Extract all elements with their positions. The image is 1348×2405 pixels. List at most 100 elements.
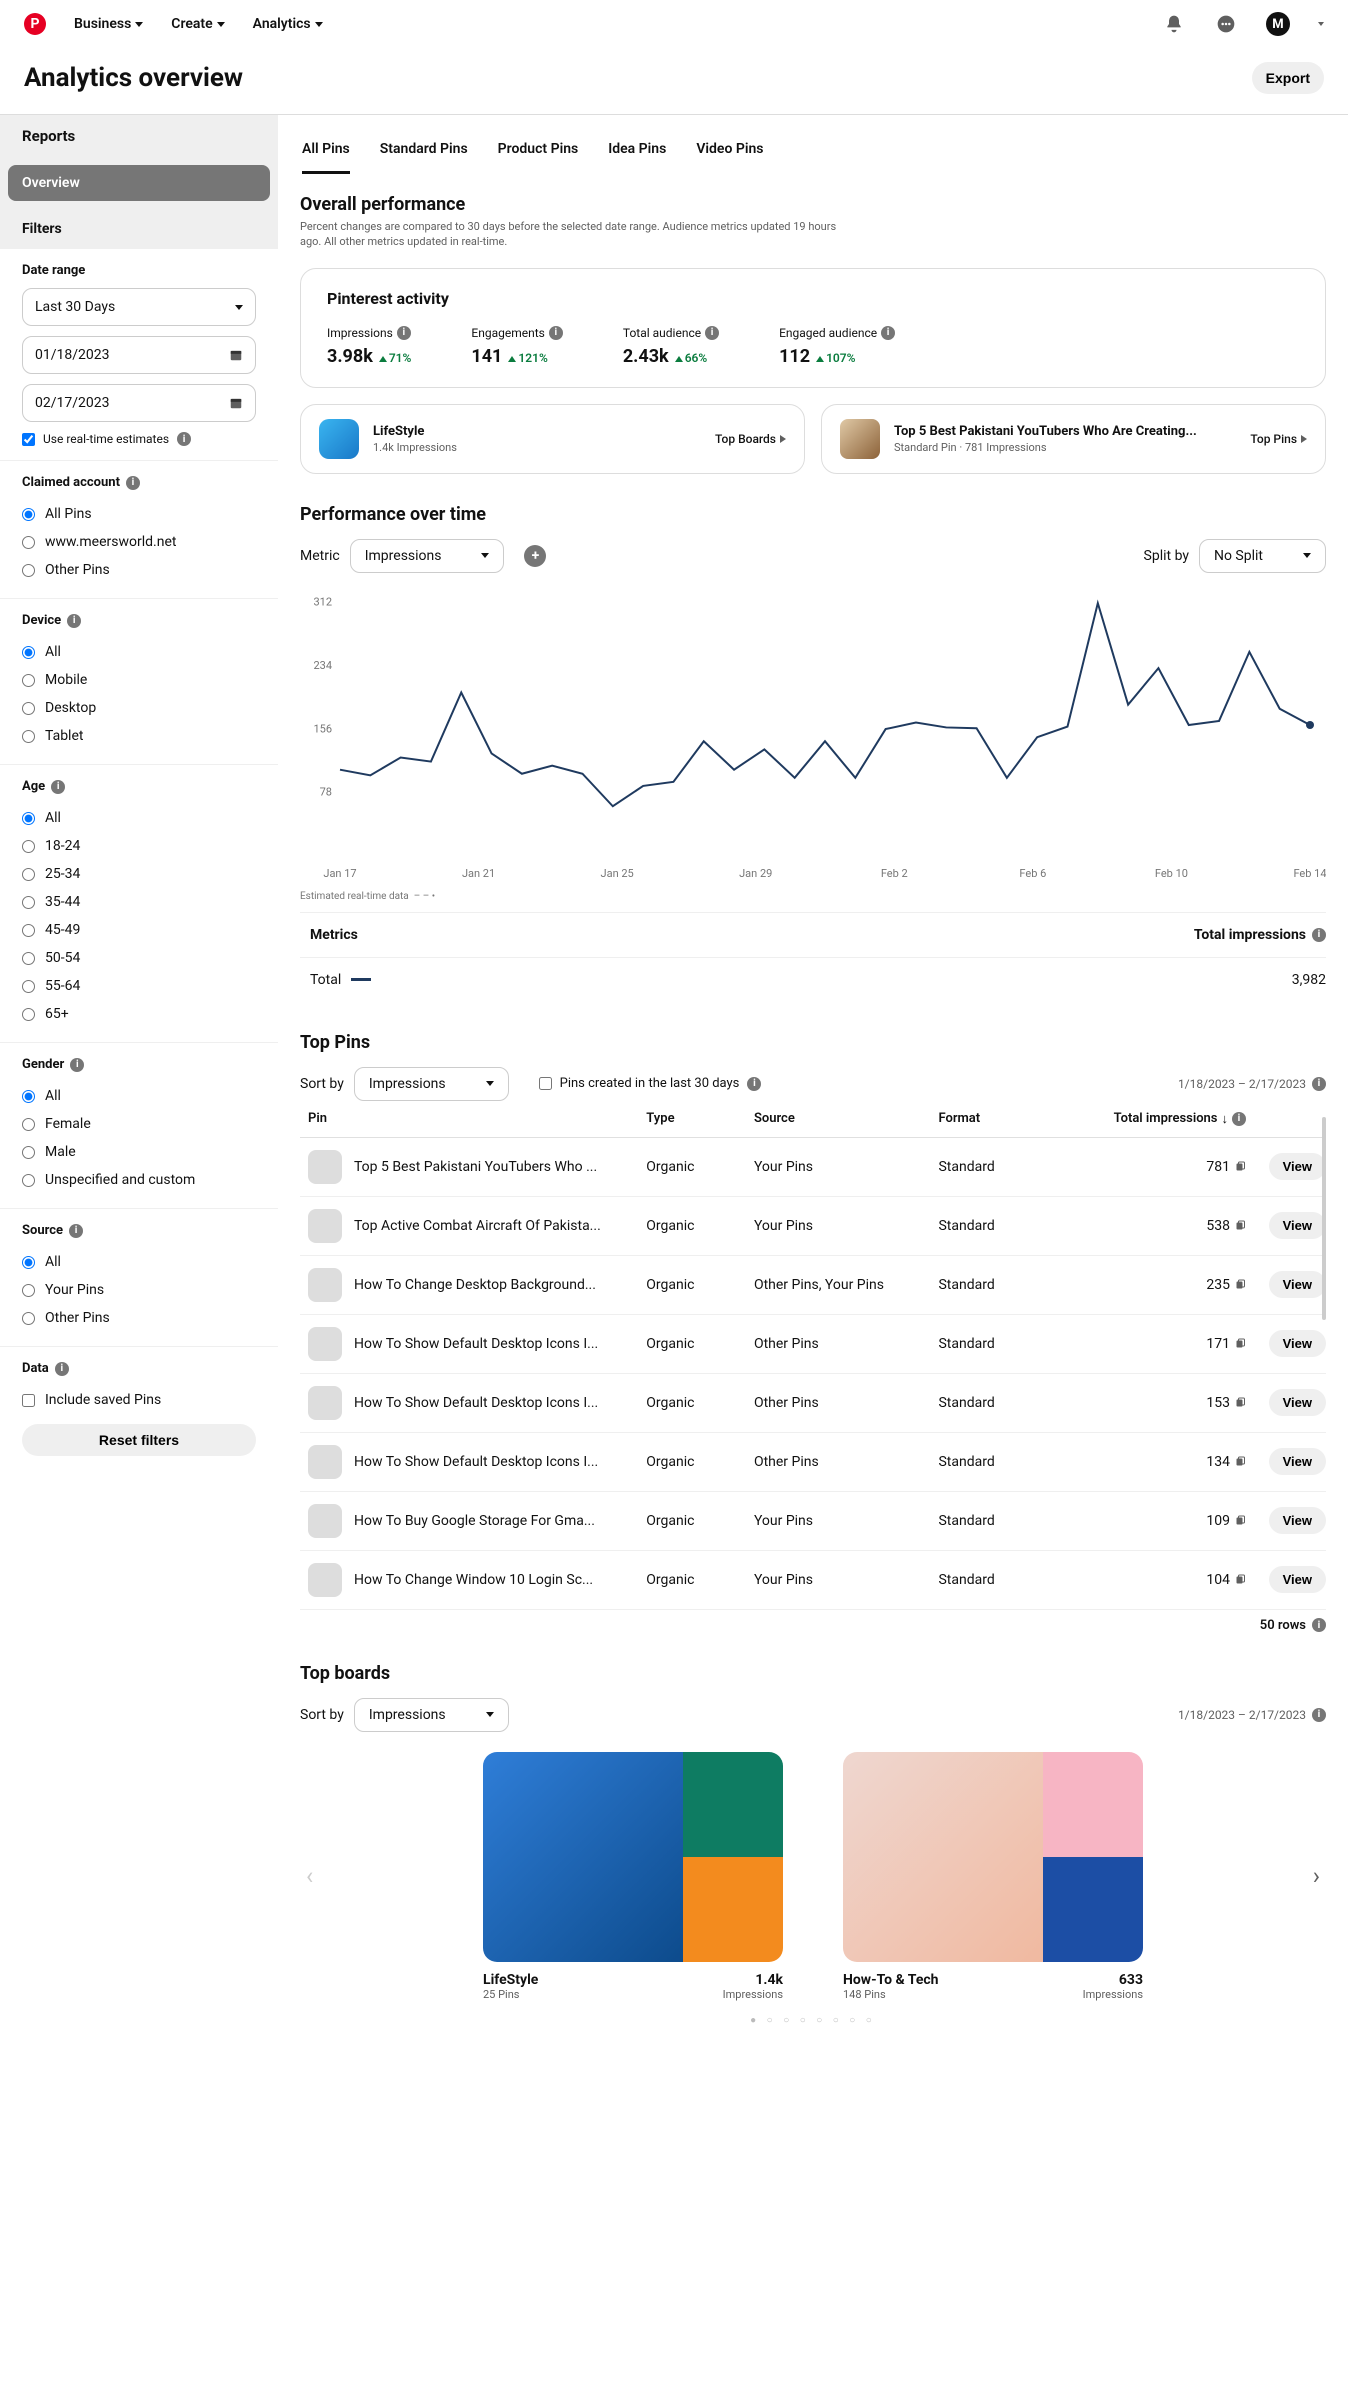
sidebar-item-overview[interactable]: Overview: [8, 165, 270, 201]
device-desktop[interactable]: Desktop: [22, 694, 256, 722]
view-button[interactable]: View: [1269, 1507, 1326, 1534]
nav-business[interactable]: Business: [74, 16, 143, 32]
view-button[interactable]: View: [1269, 1389, 1326, 1416]
copy-icon[interactable]: [1234, 1574, 1246, 1586]
age-65-plus[interactable]: 65+: [22, 1000, 256, 1028]
view-button[interactable]: View: [1269, 1271, 1326, 1298]
copy-icon[interactable]: [1234, 1279, 1246, 1291]
pin-title: How To Change Desktop Background...: [354, 1277, 596, 1293]
notifications-icon[interactable]: [1162, 12, 1186, 36]
activity-card-title: Pinterest activity: [327, 289, 1299, 308]
calendar-icon: [229, 348, 243, 362]
device-all[interactable]: All: [22, 638, 256, 666]
scrollbar[interactable]: [1322, 1117, 1326, 1321]
view-button[interactable]: View: [1269, 1566, 1326, 1593]
tab-video-pins[interactable]: Video Pins: [696, 141, 763, 174]
top-pins-sort-select[interactable]: Impressions: [354, 1067, 509, 1101]
performance-chart: 78156234312Jan 17Jan 21Jan 25Jan 29Feb 2…: [300, 585, 1326, 885]
copy-icon[interactable]: [1234, 1220, 1246, 1232]
copy-icon[interactable]: [1234, 1456, 1246, 1468]
age-50-54[interactable]: 50-54: [22, 944, 256, 972]
source-your[interactable]: Your Pins: [22, 1276, 256, 1304]
age-55-64[interactable]: 55-64: [22, 972, 256, 1000]
copy-icon[interactable]: [1234, 1515, 1246, 1527]
gender-unspec[interactable]: Unspecified and custom: [22, 1166, 256, 1194]
pin-thumbnail: [840, 419, 880, 459]
tab-idea-pins[interactable]: Idea Pins: [608, 141, 666, 174]
device-mobile[interactable]: Mobile: [22, 666, 256, 694]
date-to-input[interactable]: 02/17/2023: [22, 384, 256, 422]
col-impressions[interactable]: Total impressions ↓ i: [1077, 1111, 1246, 1127]
metric-select[interactable]: Impressions: [350, 539, 505, 573]
pin-title: How To Buy Google Storage For Gma...: [354, 1513, 595, 1529]
top-pins-link[interactable]: Top Pins: [1250, 432, 1307, 446]
top-boards-date-range: 1/18/2023 – 2/17/2023i: [1178, 1708, 1326, 1722]
age-25-34[interactable]: 25-34: [22, 860, 256, 888]
top-boards-heading: Top boards: [300, 1663, 1326, 1684]
nav-create[interactable]: Create: [171, 16, 224, 32]
claimed-other[interactable]: Other Pins: [22, 556, 256, 584]
pin-thumbnail: [308, 1268, 342, 1302]
logo[interactable]: P: [24, 13, 46, 35]
include-saved-checkbox[interactable]: Include saved Pins: [22, 1386, 256, 1414]
svg-text:Feb 2: Feb 2: [881, 867, 908, 880]
view-button[interactable]: View: [1269, 1448, 1326, 1475]
pin-thumbnail: [308, 1445, 342, 1479]
carousel-dots[interactable]: ● ○ ○ ○ ○ ○ ○ ○: [300, 2015, 1326, 2026]
copy-icon[interactable]: [1234, 1397, 1246, 1409]
age-18-24[interactable]: 18-24: [22, 832, 256, 860]
realtime-checkbox[interactable]: Use real-time estimates i: [22, 432, 256, 446]
board-card[interactable]: How-To & Tech 148 Pins 633 Impressions: [843, 1752, 1143, 2001]
top-boards-sort-select[interactable]: Impressions: [354, 1698, 509, 1732]
messages-icon[interactable]: [1214, 12, 1238, 36]
age-35-44[interactable]: 35-44: [22, 888, 256, 916]
chevron-down-icon: [486, 1081, 494, 1086]
boards-next-arrow[interactable]: ›: [1307, 1862, 1326, 1890]
age-all[interactable]: All: [22, 804, 256, 832]
table-row: How To Change Window 10 Login Sc... Orga…: [300, 1551, 1326, 1610]
split-select[interactable]: No Split: [1199, 539, 1326, 573]
device-tablet[interactable]: Tablet: [22, 722, 256, 750]
nav-analytics-label: Analytics: [253, 16, 311, 32]
source-other[interactable]: Other Pins: [22, 1304, 256, 1332]
tab-standard-pins[interactable]: Standard Pins: [380, 141, 468, 174]
metric-delta: 66%: [675, 351, 708, 365]
date-from-input[interactable]: 01/18/2023: [22, 336, 256, 374]
board-card[interactable]: LifeStyle 25 Pins 1.4k Impressions: [483, 1752, 783, 2001]
top-pin-card[interactable]: Top 5 Best Pakistani YouTubers Who Are C…: [821, 404, 1326, 474]
date-range-select[interactable]: Last 30 Days: [22, 288, 256, 326]
claimed-all[interactable]: All Pins: [22, 500, 256, 528]
source-all[interactable]: All: [22, 1248, 256, 1276]
account-menu-chevron[interactable]: [1318, 22, 1324, 26]
tab-product-pins[interactable]: Product Pins: [498, 141, 579, 174]
pin-source: Other Pins, Your Pins: [754, 1277, 939, 1293]
svg-text:156: 156: [313, 722, 332, 735]
top-boards-link[interactable]: Top Boards: [715, 432, 786, 446]
reset-filters-button[interactable]: Reset filters: [22, 1424, 256, 1456]
metric-delta: 107%: [816, 351, 855, 365]
view-button[interactable]: View: [1269, 1212, 1326, 1239]
add-metric-button[interactable]: +: [524, 545, 546, 567]
created-filter-checkbox[interactable]: Pins created in the last 30 daysi: [539, 1076, 762, 1091]
sort-label: Sort by: [300, 1076, 344, 1092]
top-board-card[interactable]: LifeStyle 1.4k Impressions Top Boards: [300, 404, 805, 474]
boards-prev-arrow[interactable]: ‹: [300, 1862, 319, 1890]
tab-all-pins[interactable]: All Pins: [302, 141, 350, 174]
total-label: Total: [310, 972, 341, 988]
gender-female[interactable]: Female: [22, 1110, 256, 1138]
gender-male[interactable]: Male: [22, 1138, 256, 1166]
pin-type: Organic: [646, 1513, 754, 1529]
view-button[interactable]: View: [1269, 1153, 1326, 1180]
age-45-49[interactable]: 45-49: [22, 916, 256, 944]
copy-icon[interactable]: [1234, 1161, 1246, 1173]
copy-icon[interactable]: [1234, 1338, 1246, 1350]
claimed-site[interactable]: www.meersworld.net: [22, 528, 256, 556]
export-button[interactable]: Export: [1252, 62, 1324, 94]
overall-heading: Overall performance: [300, 194, 1326, 215]
avatar[interactable]: M: [1266, 12, 1290, 36]
view-button[interactable]: View: [1269, 1330, 1326, 1357]
nav-analytics[interactable]: Analytics: [253, 16, 323, 32]
gender-all[interactable]: All: [22, 1082, 256, 1110]
info-icon: i: [51, 780, 65, 794]
info-icon: i: [1312, 1077, 1326, 1091]
